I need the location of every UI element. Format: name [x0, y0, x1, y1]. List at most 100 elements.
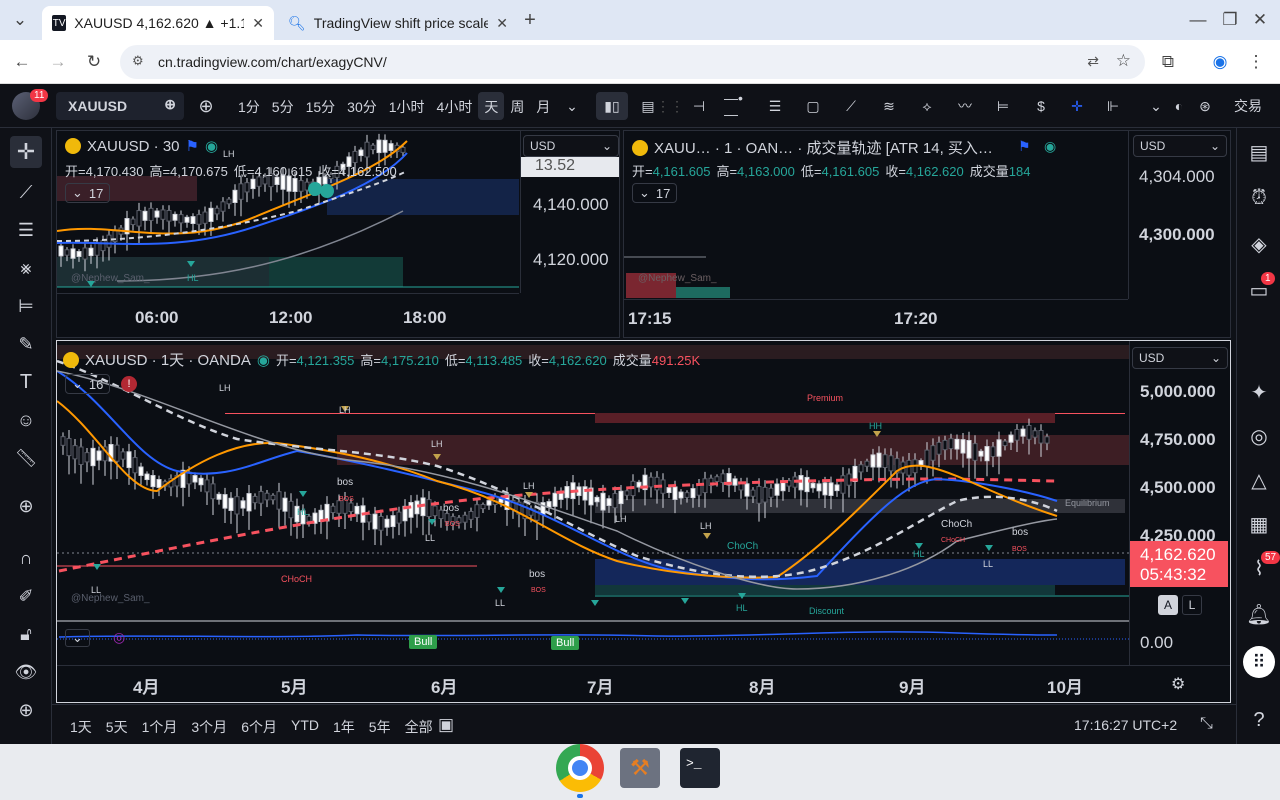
interval-8[interactable]: 月 — [530, 92, 556, 120]
range-button-7[interactable]: 5年 — [369, 717, 391, 737]
trendline-tool-icon[interactable]: ⟋ — [838, 92, 864, 120]
interval-3[interactable]: 30分 — [341, 92, 383, 120]
idea-spark-icon[interactable]: ✦ — [1245, 378, 1273, 406]
range-button-8[interactable]: 全部 — [405, 717, 433, 737]
horizontal-lines-icon[interactable]: ☰ — [10, 214, 42, 246]
bookmark-star-icon[interactable]: ☆ — [1116, 51, 1131, 71]
brush-tool-icon[interactable]: 〰 — [952, 92, 978, 120]
pattern-tool-icon[interactable]: ⨳ — [10, 252, 42, 284]
trade-button[interactable]: 交易 — [1226, 92, 1270, 120]
translate-icon[interactable]: ⇄ — [1087, 53, 1099, 70]
maximize-icon[interactable]: ❐ — [1214, 4, 1246, 36]
path-tool-icon[interactable]: ⟡ — [914, 92, 940, 120]
indicators-toggle[interactable]: ⌄ 16 — [65, 374, 111, 394]
range-button-1[interactable]: 5天 — [106, 717, 128, 737]
price-axis[interactable]: USD ⌄ 13.52 4,140.000 4,120.000 — [520, 131, 620, 293]
parallel-lines-tool-icon[interactable]: ☰ — [762, 92, 788, 120]
candles-chart-type-icon[interactable]: ▮▯ — [596, 92, 628, 120]
terminal-app-icon[interactable]: >_ — [680, 748, 720, 788]
close-tab-icon[interactable]: ✕ — [496, 15, 508, 32]
tools-app-icon[interactable]: ⚒ — [620, 748, 660, 788]
drag-handle-icon[interactable]: ⋮⋮ — [656, 92, 684, 120]
horizontal-line-tool-icon[interactable]: —•— — [724, 90, 750, 122]
warning-icon[interactable]: ! — [121, 376, 137, 392]
zoom-in-icon[interactable]: ⊕ — [10, 490, 42, 522]
lock-icon[interactable]: 🔓︎ — [10, 618, 42, 650]
range-button-2[interactable]: 1个月 — [142, 717, 178, 737]
ruler-icon[interactable]: 📏︎ — [10, 442, 42, 474]
flag-icon[interactable]: ⚑ — [1018, 138, 1031, 155]
chrome-app-icon[interactable] — [556, 744, 604, 792]
fullscreen-icon[interactable]: ⤡ — [1200, 715, 1213, 733]
globe-icon[interactable]: ⊕ — [10, 694, 42, 726]
calendar-icon[interactable]: ▦ — [1245, 510, 1273, 538]
chart-pane-1min[interactable]: @Nephew_Sam_ XAUU… · 1 · OAN… · 成交量轨迹 [A… — [623, 130, 1231, 338]
chart-pane-daily[interactable]: Premium Equilibrium Discount LH LH LH LH… — [56, 340, 1231, 703]
watchlist-icon[interactable]: ▤ — [1245, 138, 1273, 166]
broker-icon[interactable]: ⊛ — [1192, 92, 1218, 120]
range-button-3[interactable]: 3个月 — [191, 717, 227, 737]
interval-5[interactable]: 4小时 — [431, 92, 479, 120]
rectangle-tool-icon[interactable]: ▢ — [800, 92, 826, 120]
visibility-eye-icon[interactable]: 👁︎ — [10, 656, 42, 688]
forward-icon[interactable]: → — [42, 46, 74, 78]
hotlist-icon[interactable]: △ — [1245, 466, 1273, 494]
interval-2[interactable]: 15分 — [300, 92, 342, 120]
price-axis[interactable]: USD ⌄ 5,000.000 4,750.000 4,500.000 4,250… — [1129, 341, 1230, 665]
help-icon[interactable]: ? — [1245, 706, 1273, 734]
lock-drawing-icon[interactable]: ✐ — [10, 580, 42, 612]
trendline-icon[interactable]: ⟋ — [10, 176, 42, 208]
symbol-search[interactable]: XAUUSD ⊕ — [56, 92, 184, 120]
auto-scale-button[interactable]: A — [1158, 595, 1178, 615]
alarm-clock-icon[interactable]: ⏰︎ — [1245, 184, 1273, 212]
brush-icon[interactable]: ✎ — [10, 328, 42, 360]
log-scale-button[interactable]: L — [1182, 595, 1202, 615]
long-position-tool-icon[interactable]: ⊩ — [1100, 92, 1126, 120]
crosshair-tool-icon[interactable]: ✛ — [1064, 92, 1090, 120]
currency-select[interactable]: USD ⌄ — [1133, 135, 1227, 157]
bell-icon[interactable]: 🔔︎ — [1245, 600, 1273, 628]
target-icon[interactable]: ◎ — [1245, 422, 1273, 450]
interval-chevron-icon[interactable]: ⌄ — [562, 92, 582, 120]
fib-tool-icon[interactable]: ⊨ — [10, 290, 42, 322]
more-tools-chevron-icon[interactable]: ⌄ — [1146, 92, 1166, 120]
range-button-5[interactable]: YTD — [291, 717, 319, 737]
fib-retracement-tool-icon[interactable]: ⊨ — [990, 92, 1016, 120]
time-axis[interactable]: 17:15 17:20 — [624, 299, 1128, 337]
clock-timezone[interactable]: 17:16:27 UTC+2 — [1074, 717, 1177, 733]
site-info-icon[interactable]: ⚙ — [132, 53, 144, 69]
url-field[interactable]: ⚙ cn.tradingview.com/chart/exagyCNV/ ⇄ ☆ — [120, 45, 1145, 79]
browser-tab-active[interactable]: TV XAUUSD 4,162.620 ▲ +1.16% ✕ — [42, 6, 274, 40]
theme-toggle-icon[interactable]: ◐ — [1166, 92, 1192, 120]
browser-menu-icon[interactable]: ⋮ — [1240, 46, 1272, 78]
flag-icon[interactable]: ⚑ — [186, 137, 199, 155]
time-axis-settings-icon[interactable]: ⚙ — [1171, 674, 1185, 694]
currency-select[interactable]: USD ⌄ — [523, 135, 619, 157]
close-window-icon[interactable]: ✕ — [1244, 4, 1276, 36]
time-axis[interactable]: 06:00 12:00 18:00 — [57, 293, 519, 337]
emoji-icon[interactable]: ☺ — [10, 404, 42, 436]
new-tab-icon[interactable]: + — [514, 4, 546, 36]
interval-4[interactable]: 1小时 — [383, 92, 431, 120]
date-range-calendar-icon[interactable]: ▣ — [438, 715, 454, 735]
range-button-4[interactable]: 6个月 — [241, 717, 277, 737]
close-tab-icon[interactable]: ✕ — [252, 15, 264, 32]
chart-pane-30min[interactable]: HL LH @Nephew_Sam_ XAUUSD · 30 ⚑ ◉ 开=4,1… — [56, 130, 620, 338]
indicators-toggle[interactable]: ⌄ 17 — [632, 183, 678, 203]
price-range-tool-icon[interactable]: $ — [1028, 92, 1054, 120]
range-button-0[interactable]: 1天 — [70, 717, 92, 737]
time-axis[interactable]: 4月 5月 6月 7月 8月 9月 10月 ⚙ — [57, 665, 1230, 702]
extensions-icon[interactable]: ⧉ — [1152, 46, 1184, 78]
layers-icon[interactable]: ◈ — [1245, 230, 1273, 258]
interval-6[interactable]: 天 — [478, 92, 505, 120]
browser-tab[interactable]: 🔍︎ TradingView shift price scale ✕ — [278, 6, 518, 40]
text-tool-icon[interactable]: T — [10, 366, 42, 398]
collapse-oscillator-icon[interactable]: ⌄ — [65, 629, 90, 647]
add-symbol-icon[interactable]: ⊕ — [194, 92, 218, 120]
currency-select[interactable]: USD ⌄ — [1132, 347, 1228, 369]
crosshair-cursor-icon[interactable]: ✛ — [10, 136, 42, 168]
horizontal-ray-tool-icon[interactable]: ⊣ — [686, 92, 712, 120]
fib-channel-tool-icon[interactable]: ≋ — [876, 92, 902, 120]
back-icon[interactable]: ← — [6, 46, 38, 78]
range-button-6[interactable]: 1年 — [333, 717, 355, 737]
